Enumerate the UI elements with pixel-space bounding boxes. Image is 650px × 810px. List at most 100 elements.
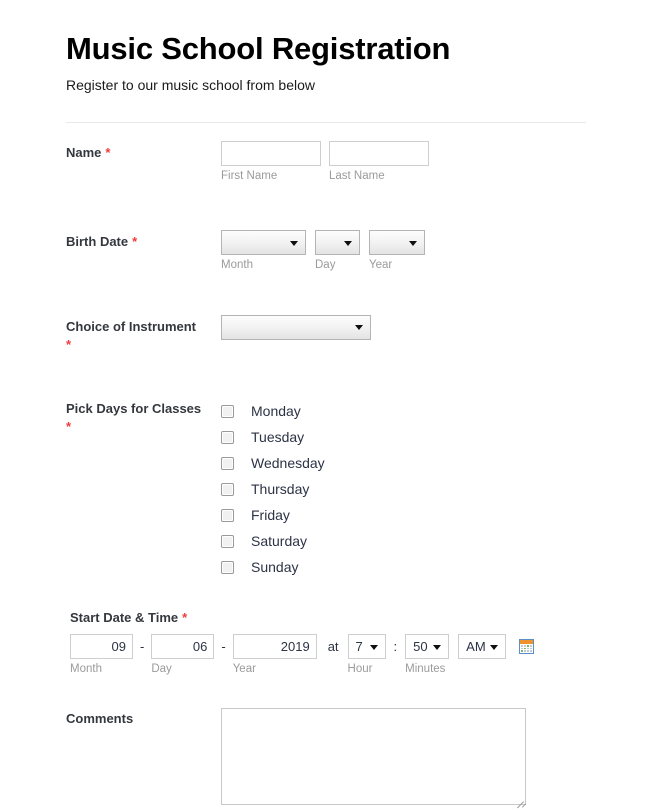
field-row-birth-date: Birth Date * Month Day Year: [66, 184, 586, 273]
start-year-sublabel: Year: [232, 663, 256, 676]
field-row-name: Name * First Name Last Name: [66, 123, 586, 184]
checkbox-icon[interactable]: [221, 508, 234, 522]
field-row-start-datetime: Start Date & Time* Month - Day - Year at: [66, 580, 586, 677]
start-day-cell: Day: [151, 634, 215, 677]
last-name-input[interactable]: [329, 141, 429, 167]
birth-gap-2: [360, 230, 369, 273]
chevron-down-icon: [290, 240, 298, 246]
birth-day-sublabel: Day: [315, 259, 336, 272]
calendar-cell: [527, 647, 530, 650]
start-datetime-controls: Month - Day - Year at 7: [66, 634, 586, 677]
first-name-cell: First Name: [221, 141, 321, 184]
checkbox-icon[interactable]: [221, 456, 234, 470]
birth-year-select[interactable]: [369, 230, 425, 256]
checkbox-icon[interactable]: [221, 534, 234, 548]
field-row-comments: Comments: [66, 677, 586, 810]
calendar-icon-grid: [521, 645, 533, 653]
label-birth-date-text: Birth Date: [66, 234, 129, 250]
field-row-instrument: Choice of Instrument *: [66, 273, 586, 353]
day-checkbox-item[interactable]: Sunday: [221, 554, 586, 580]
birth-month-sublabel: Month: [221, 259, 253, 272]
page-title: Music School Registration: [66, 31, 451, 66]
calendar-icon-header: [520, 640, 534, 645]
day-checkbox-item[interactable]: Friday: [221, 502, 586, 528]
first-name-input[interactable]: [221, 141, 321, 167]
start-ampm-cell: AM: [458, 634, 507, 660]
day-checkbox-label: Saturday: [251, 533, 308, 550]
day-checkbox-label: Friday: [251, 507, 290, 524]
field-group-birth-date: Month Day Year: [221, 230, 586, 273]
label-days-text: Pick Days for Classes: [66, 401, 202, 417]
start-month-cell: Month: [70, 634, 133, 677]
last-name-sublabel: Last Name: [329, 170, 385, 183]
instrument-select[interactable]: [221, 314, 371, 340]
birth-year-cell: Year: [369, 230, 425, 273]
start-date-dash-1: -: [140, 639, 145, 655]
birth-day-select[interactable]: [315, 230, 360, 256]
comments-textarea-wrap: [221, 707, 527, 809]
required-asterisk-name: *: [105, 145, 111, 161]
start-ampm-select[interactable]: AM: [458, 634, 507, 660]
required-asterisk-days: *: [66, 418, 72, 434]
calendar-icon[interactable]: [519, 639, 535, 655]
start-minutes-select[interactable]: 50: [405, 634, 450, 660]
label-instrument: Choice of Instrument *: [66, 315, 221, 353]
field-group-comments: [221, 707, 586, 810]
label-birth-date: Birth Date *: [66, 230, 221, 251]
start-year-input[interactable]: [232, 634, 317, 660]
start-date-dash-2: -: [221, 639, 226, 655]
start-hour-select[interactable]: 7: [347, 634, 386, 660]
label-days: Pick Days for Classes *: [66, 397, 221, 435]
field-group-days: Monday Tuesday Wednesday Thursday Friday Satu…: [221, 397, 586, 580]
day-checkbox-item[interactable]: Monday: [221, 398, 586, 424]
day-checkbox-label: Tuesday: [251, 429, 305, 446]
day-checkbox-item[interactable]: Tuesday: [221, 424, 586, 450]
field-row-days: Pick Days for Classes * Monday Tuesday Wedn…: [66, 353, 586, 580]
label-comments: Comments: [66, 708, 221, 728]
day-checkbox-label: Sunday: [251, 559, 299, 576]
start-hour-value: 7: [355, 639, 363, 655]
checkbox-icon[interactable]: [221, 560, 234, 574]
field-group-instrument: [221, 314, 586, 340]
birth-month-select[interactable]: [221, 230, 306, 256]
form-header: Music School Registration Register to ou…: [66, 0, 586, 124]
label-name-text: Name: [66, 145, 102, 161]
start-minutes-value: 50: [413, 639, 428, 655]
start-month-input[interactable]: [70, 634, 133, 660]
chevron-down-icon: [369, 644, 378, 650]
day-checkbox-item[interactable]: Wednesday: [221, 450, 586, 476]
first-name-sublabel: First Name: [221, 170, 278, 183]
name-gap: [321, 141, 329, 184]
days-checkbox-list: Monday Tuesday Wednesday Thursday Friday Satu…: [221, 397, 586, 580]
birth-day-cell: Day: [315, 230, 360, 273]
checkbox-icon[interactable]: [221, 430, 234, 444]
day-checkbox-label: Wednesday: [251, 455, 325, 472]
required-asterisk-instrument: *: [66, 336, 72, 352]
start-day-input[interactable]: [151, 634, 215, 660]
calendar-cell: [530, 645, 533, 647]
label-instrument-text: Choice of Instrument: [66, 318, 197, 334]
calendar-cell: [524, 647, 527, 650]
calendar-cell: [521, 650, 524, 653]
required-asterisk-birth-date: *: [132, 234, 138, 250]
start-year-cell: Year: [232, 634, 317, 677]
checkbox-icon[interactable]: [221, 482, 234, 496]
calendar-cell: [527, 650, 530, 653]
comments-textarea[interactable]: [221, 707, 526, 805]
calendar-cell: [524, 645, 527, 647]
day-checkbox-item[interactable]: Thursday: [221, 476, 586, 502]
field-group-name: First Name Last Name: [221, 141, 586, 184]
start-hour-cell: 7 Hour: [347, 634, 386, 677]
start-ampm-value: AM: [466, 639, 486, 655]
label-start-datetime: Start Date & Time *: [66, 610, 586, 625]
last-name-cell: Last Name: [329, 141, 429, 184]
chevron-down-icon: [355, 325, 363, 331]
birth-gap-1: [306, 230, 315, 273]
day-checkbox-item[interactable]: Saturday: [221, 528, 586, 554]
start-hour-sublabel: Hour: [347, 663, 373, 676]
checkbox-icon[interactable]: [221, 404, 234, 418]
start-time-colon: :: [393, 639, 398, 655]
day-checkbox-label: Monday: [251, 403, 301, 420]
calendar-cell: [521, 647, 524, 650]
calendar-cell: [527, 645, 530, 647]
